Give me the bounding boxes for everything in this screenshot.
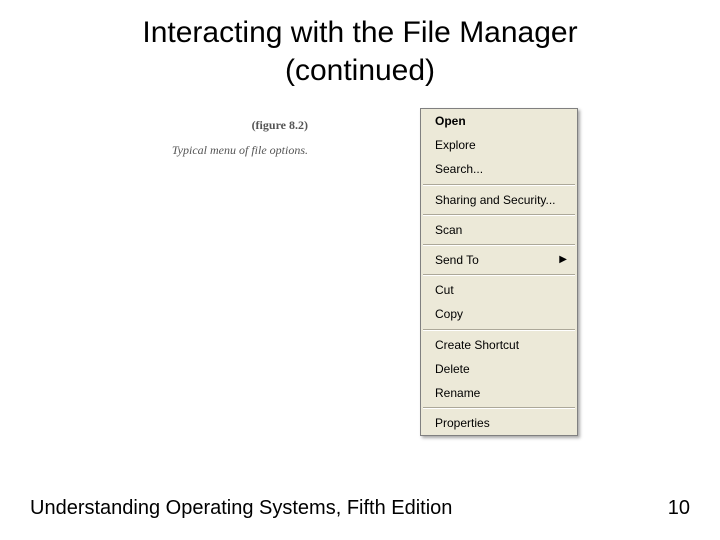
menu-item-rename[interactable]: Rename [421, 381, 577, 405]
title-line-1: Interacting with the File Manager [142, 16, 577, 49]
menu-label: Delete [435, 361, 470, 377]
menu-separator [423, 244, 575, 246]
footer-book-title: Understanding Operating Systems, Fifth E… [30, 497, 452, 520]
context-menu: Open Explore Search... Sharing and Secur… [420, 108, 578, 436]
menu-label: Sharing and Security... [435, 192, 556, 208]
menu-item-open[interactable]: Open [421, 109, 577, 133]
menu-label: Send To [435, 252, 479, 268]
menu-separator [423, 214, 575, 216]
submenu-arrow-icon: ▶ [559, 253, 567, 267]
slide-title: Interacting with the File Manager (conti… [0, 14, 720, 89]
figure-description: Typical menu of file options. [172, 143, 308, 157]
menu-item-sharing[interactable]: Sharing and Security... [421, 188, 577, 212]
menu-item-create-shortcut[interactable]: Create Shortcut [421, 333, 577, 357]
menu-item-search[interactable]: Search... [421, 157, 577, 181]
slide: Interacting with the File Manager (conti… [0, 0, 720, 540]
menu-label: Explore [435, 137, 476, 153]
footer-page-number: 10 [668, 497, 690, 520]
menu-label: Create Shortcut [435, 337, 519, 353]
menu-item-cut[interactable]: Cut [421, 278, 577, 302]
menu-separator [423, 407, 575, 409]
menu-item-scan[interactable]: Scan [421, 218, 577, 242]
menu-label: Scan [435, 222, 462, 238]
menu-separator [423, 329, 575, 331]
menu-label: Copy [435, 306, 463, 322]
menu-label: Open [435, 113, 466, 129]
menu-label: Properties [435, 415, 490, 431]
menu-item-sendto[interactable]: Send To ▶ [421, 248, 577, 272]
menu-separator [423, 184, 575, 186]
title-line-2: (continued) [285, 54, 435, 87]
menu-item-copy[interactable]: Copy [421, 302, 577, 326]
menu-item-delete[interactable]: Delete [421, 357, 577, 381]
menu-label: Rename [435, 385, 480, 401]
menu-label: Search... [435, 161, 483, 177]
figure-label: (figure 8.2) [168, 118, 308, 133]
menu-item-properties[interactable]: Properties [421, 411, 577, 435]
menu-label: Cut [435, 282, 454, 298]
menu-item-explore[interactable]: Explore [421, 133, 577, 157]
menu-separator [423, 274, 575, 276]
figure-caption: (figure 8.2) Typical menu of file option… [168, 118, 308, 159]
